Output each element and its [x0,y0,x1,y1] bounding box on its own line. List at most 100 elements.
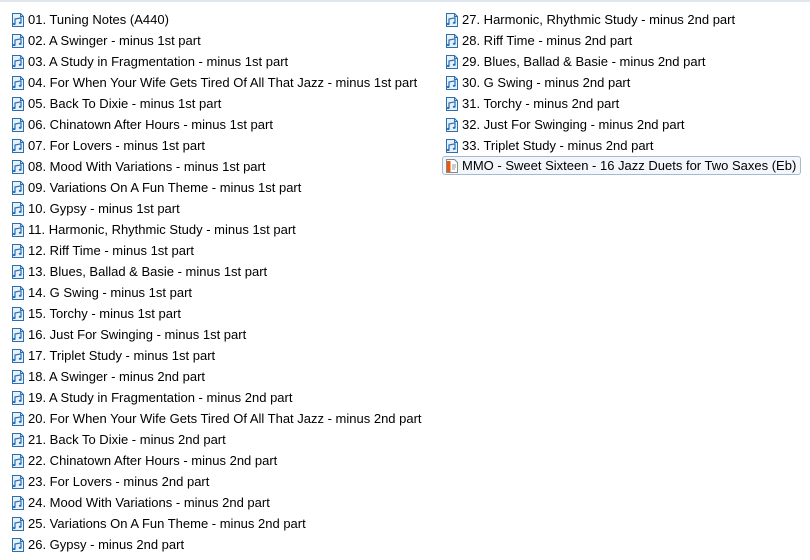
file-item[interactable]: 19. A Study in Fragmentation - minus 2nd… [10,388,292,407]
audio-file-icon [10,117,26,133]
audio-file-icon [10,453,26,469]
file-name: 30. G Swing - minus 2nd part [462,75,631,90]
file-item[interactable]: 08. Mood With Variations - minus 1st par… [10,157,265,176]
file-item[interactable]: 16. Just For Swinging - minus 1st part [10,325,246,344]
file-item[interactable]: 14. G Swing - minus 1st part [10,283,192,302]
audio-file-icon [10,264,26,280]
audio-file-icon [10,327,26,343]
file-name: 33. Triplet Study - minus 2nd part [462,138,654,153]
audio-file-icon [10,33,26,49]
file-item[interactable]: 31. Torchy - minus 2nd part [444,94,619,113]
file-item[interactable]: 05. Back To Dixie - minus 1st part [10,94,221,113]
file-item[interactable]: 20. For When Your Wife Gets Tired Of All… [10,409,422,428]
file-name: 07. For Lovers - minus 1st part [28,138,206,153]
file-item[interactable]: 15. Torchy - minus 1st part [10,304,181,323]
file-item[interactable]: 13. Blues, Ballad & Basie - minus 1st pa… [10,262,267,281]
file-item[interactable]: 12. Riff Time - minus 1st part [10,241,194,260]
pdf-document-icon [444,158,460,174]
file-name: 25. Variations On A Fun Theme - minus 2n… [28,516,306,531]
audio-file-icon [10,390,26,406]
file-name: 10. Gypsy - minus 1st part [28,201,180,216]
file-name: 28. Riff Time - minus 2nd part [462,33,633,48]
file-item[interactable]: 01. Tuning Notes (A440) [10,10,169,29]
file-item[interactable]: 02. A Swinger - minus 1st part [10,31,201,50]
file-list: 01. Tuning Notes (A440) 02. A Swinger - … [0,0,810,560]
file-item[interactable]: 29. Blues, Ballad & Basie - minus 2nd pa… [444,52,706,71]
audio-file-icon [444,12,460,28]
audio-file-icon [10,75,26,91]
file-item[interactable]: 07. For Lovers - minus 1st part [10,136,205,155]
file-name: 22. Chinatown After Hours - minus 2nd pa… [28,453,278,468]
file-name: 20. For When Your Wife Gets Tired Of All… [28,411,422,426]
file-item[interactable]: 33. Triplet Study - minus 2nd part [444,136,653,155]
file-item[interactable]: 25. Variations On A Fun Theme - minus 2n… [10,514,306,533]
audio-file-icon [444,138,460,154]
file-name: 01. Tuning Notes (A440) [28,12,169,27]
file-name: 18. A Swinger - minus 2nd part [28,369,206,384]
file-item[interactable]: 06. Chinatown After Hours - minus 1st pa… [10,115,273,134]
file-item[interactable]: 18. A Swinger - minus 2nd part [10,367,205,386]
audio-file-icon [10,243,26,259]
file-name: 17. Triplet Study - minus 1st part [28,348,216,363]
audio-file-icon [10,180,26,196]
file-item-selected[interactable]: MMO - Sweet Sixteen - 16 Jazz Duets for … [442,156,802,175]
audio-file-icon [10,159,26,175]
file-name: 15. Torchy - minus 1st part [28,306,181,321]
audio-file-icon [444,75,460,91]
file-name: 23. For Lovers - minus 2nd part [28,474,210,489]
file-item[interactable]: 23. For Lovers - minus 2nd part [10,472,209,491]
audio-file-icon [10,348,26,364]
audio-file-icon [444,33,460,49]
file-item[interactable]: 27. Harmonic, Rhythmic Study - minus 2nd… [444,10,735,29]
audio-file-icon [10,369,26,385]
file-name: 31. Torchy - minus 2nd part [462,96,620,111]
file-name: 03. A Study in Fragmentation - minus 1st… [28,54,289,69]
file-name: 09. Variations On A Fun Theme - minus 1s… [28,180,302,195]
file-name: 19. A Study in Fragmentation - minus 2nd… [28,390,293,405]
audio-file-icon [10,285,26,301]
file-item[interactable]: 10. Gypsy - minus 1st part [10,199,180,218]
audio-file-icon [10,516,26,532]
file-name: 24. Mood With Variations - minus 2nd par… [28,495,270,510]
file-item[interactable]: 21. Back To Dixie - minus 2nd part [10,430,226,449]
audio-file-icon [10,54,26,70]
file-name: 16. Just For Swinging - minus 1st part [28,327,247,342]
file-name: 12. Riff Time - minus 1st part [28,243,194,258]
audio-file-icon [10,411,26,427]
file-name: 13. Blues, Ballad & Basie - minus 1st pa… [28,264,268,279]
audio-file-icon [444,54,460,70]
file-item[interactable]: 11. Harmonic, Rhythmic Study - minus 1st… [10,220,296,239]
audio-file-icon [444,117,460,133]
file-item[interactable]: 24. Mood With Variations - minus 2nd par… [10,493,270,512]
audio-file-icon [10,138,26,154]
file-item[interactable]: 32. Just For Swinging - minus 2nd part [444,115,685,134]
file-item[interactable]: 28. Riff Time - minus 2nd part [444,31,632,50]
file-item[interactable]: 04. For When Your Wife Gets Tired Of All… [10,73,417,92]
file-name: 21. Back To Dixie - minus 2nd part [28,432,226,447]
file-item[interactable]: 09. Variations On A Fun Theme - minus 1s… [10,178,301,197]
audio-file-icon [10,12,26,28]
audio-file-icon [10,96,26,112]
file-item[interactable]: 30. G Swing - minus 2nd part [444,73,630,92]
file-name: 04. For When Your Wife Gets Tired Of All… [28,75,418,90]
file-item[interactable]: 17. Triplet Study - minus 1st part [10,346,215,365]
audio-file-icon [10,306,26,322]
audio-file-icon [10,222,26,238]
audio-file-icon [10,537,26,553]
audio-file-icon [10,474,26,490]
file-name: 26. Gypsy - minus 2nd part [28,537,185,552]
file-item[interactable]: 26. Gypsy - minus 2nd part [10,535,184,554]
file-name: 05. Back To Dixie - minus 1st part [28,96,222,111]
file-name: 06. Chinatown After Hours - minus 1st pa… [28,117,273,132]
file-item[interactable]: 22. Chinatown After Hours - minus 2nd pa… [10,451,277,470]
audio-file-icon [10,495,26,511]
file-name: 08. Mood With Variations - minus 1st par… [28,159,266,174]
file-name: 02. A Swinger - minus 1st part [28,33,201,48]
file-name: 29. Blues, Ballad & Basie - minus 2nd pa… [462,54,706,69]
file-name: 27. Harmonic, Rhythmic Study - minus 2nd… [462,12,736,27]
file-item[interactable]: 03. A Study in Fragmentation - minus 1st… [10,52,288,71]
file-name: 14. G Swing - minus 1st part [28,285,193,300]
audio-file-icon [10,201,26,217]
audio-file-icon [10,432,26,448]
file-name: MMO - Sweet Sixteen - 16 Jazz Duets for … [462,158,797,173]
